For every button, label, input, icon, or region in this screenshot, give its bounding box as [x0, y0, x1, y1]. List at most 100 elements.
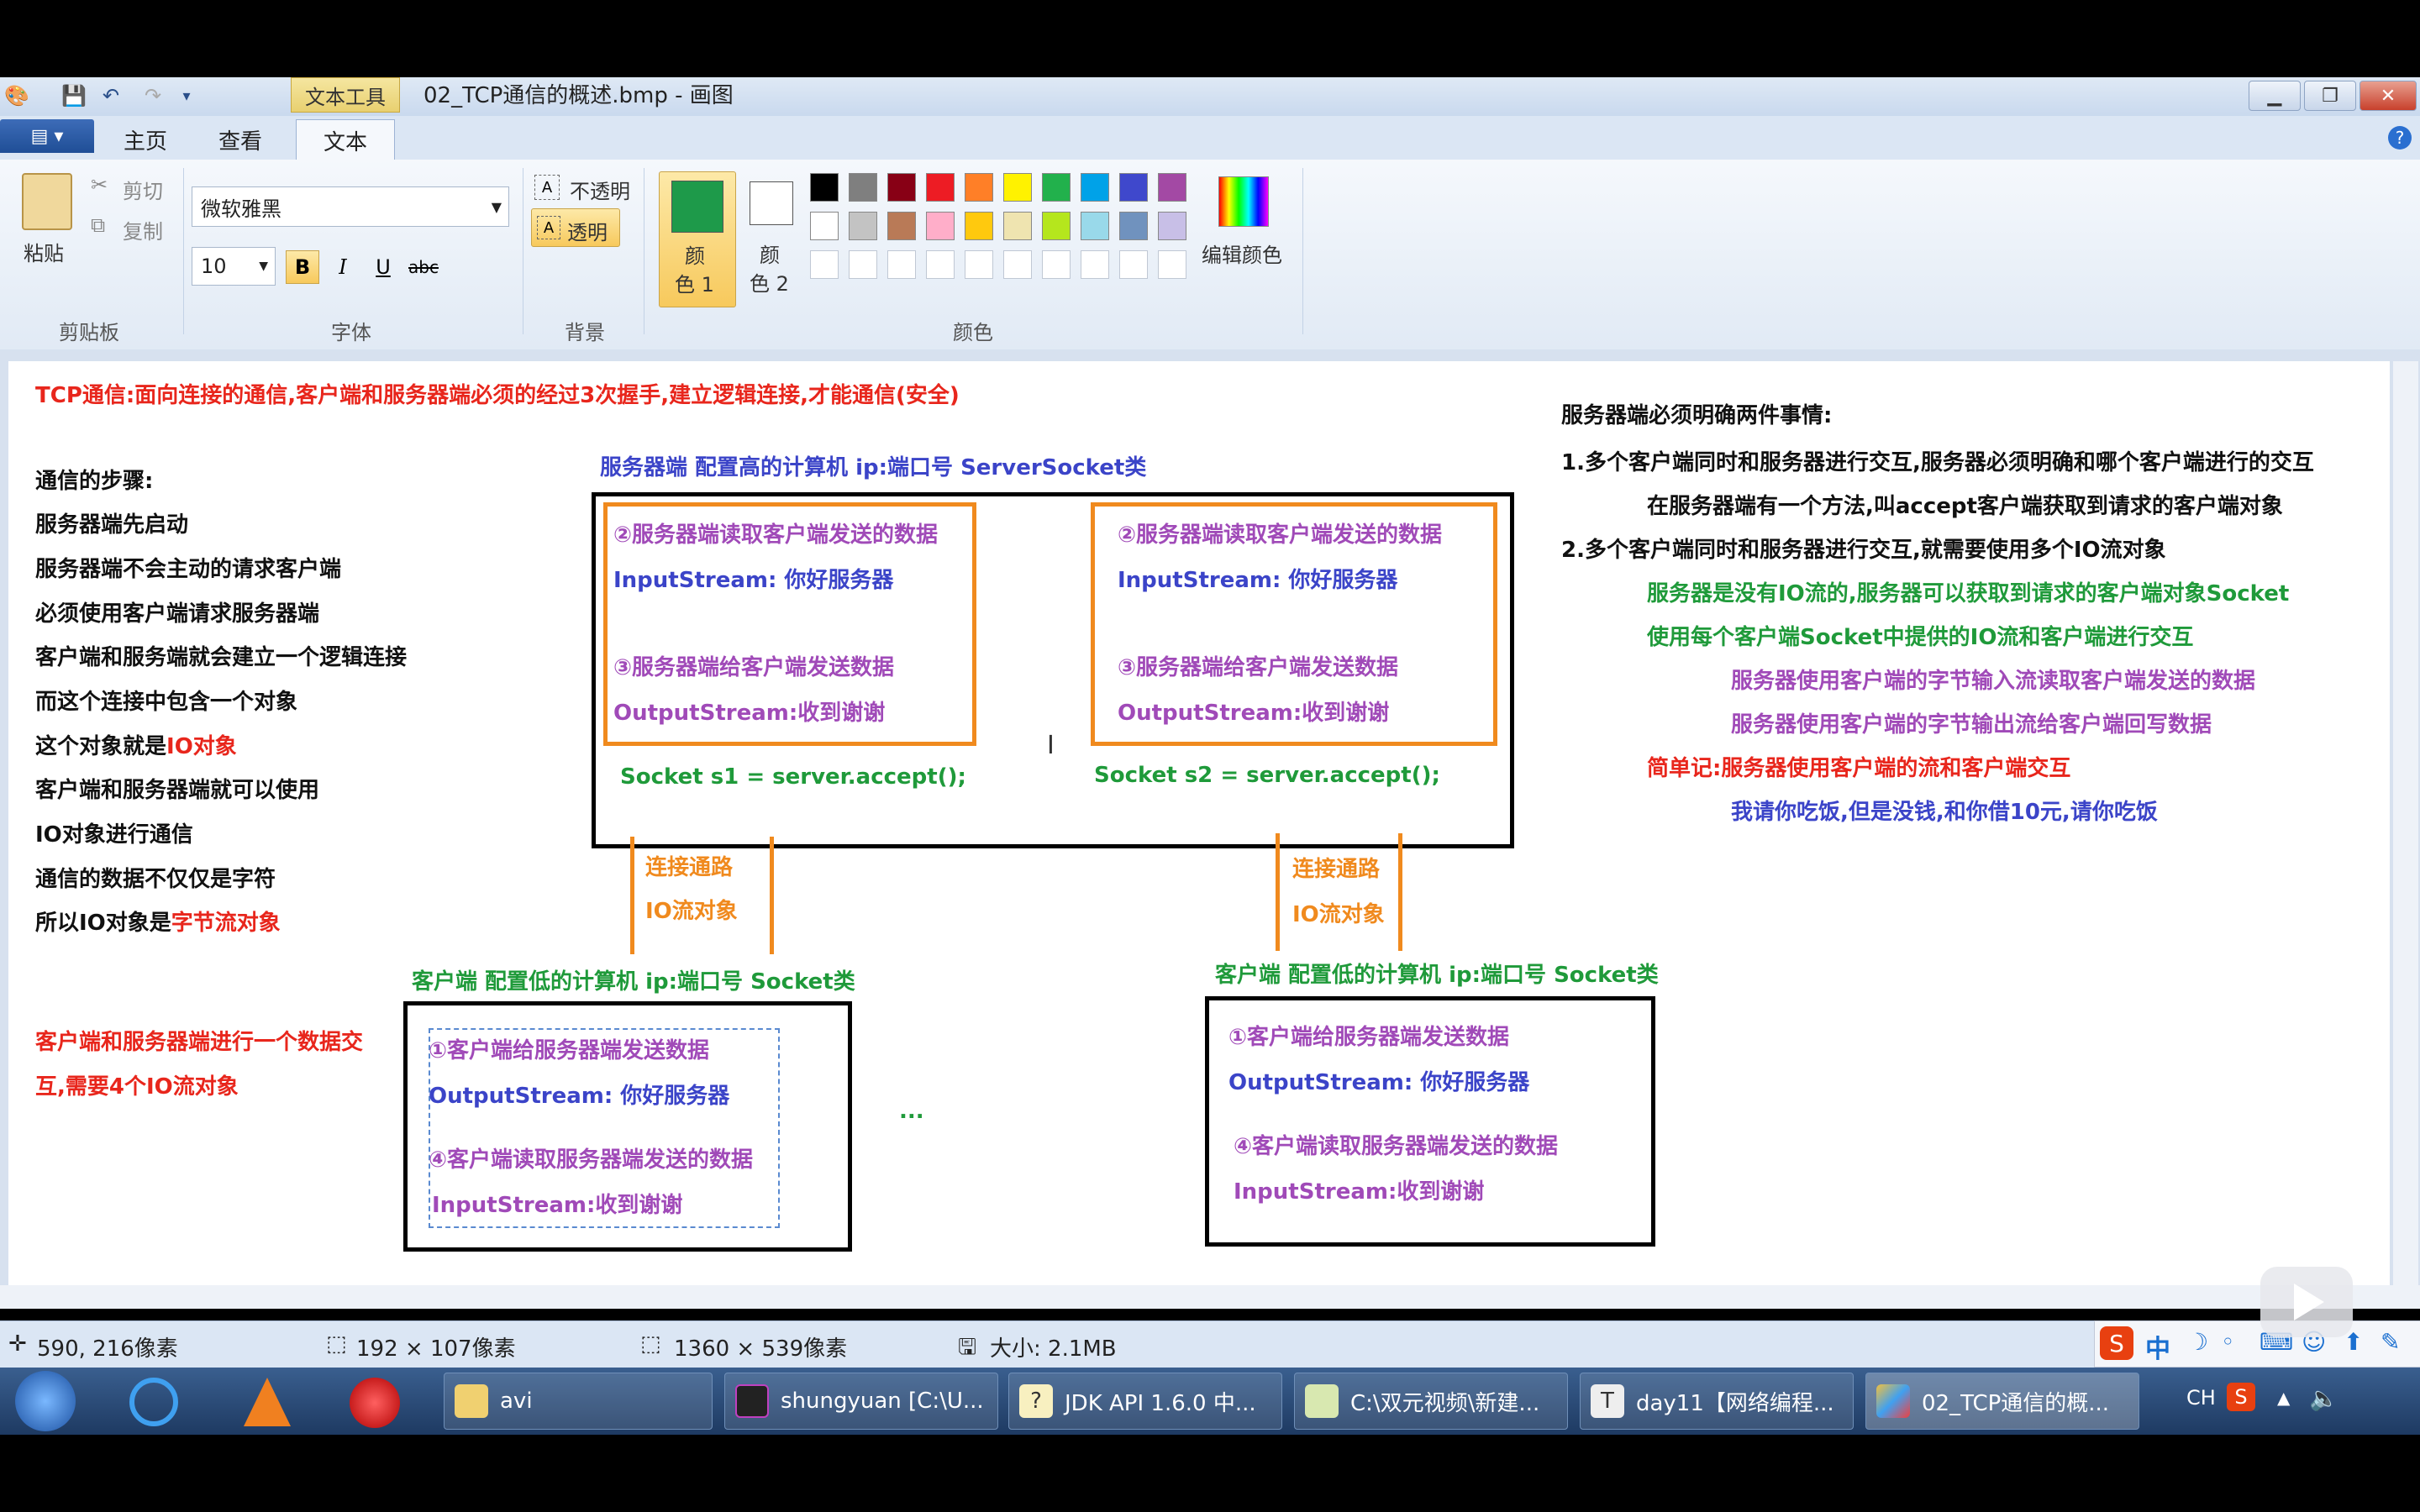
tab-view[interactable]: 查看: [200, 119, 281, 160]
transparent-button[interactable]: A 透明: [531, 208, 620, 247]
horizontal-scrollbar[interactable]: [0, 1285, 2420, 1309]
video-play-button[interactable]: [2260, 1267, 2353, 1337]
recorder-icon[interactable]: [350, 1378, 400, 1428]
vertical-scrollbar[interactable]: [2393, 361, 2418, 1285]
edit-colors-button[interactable]: 编辑颜色: [1202, 239, 1282, 268]
palette-swatch[interactable]: [1081, 212, 1109, 240]
group-divider: [1302, 168, 1303, 334]
redo-icon[interactable]: ↷: [141, 84, 165, 108]
palette-swatch[interactable]: [1081, 173, 1109, 202]
tab-text[interactable]: 文本: [296, 119, 395, 160]
palette-swatch[interactable]: [926, 250, 955, 279]
taskbar-item-active[interactable]: 02_TCP通信的概...: [1865, 1373, 2139, 1430]
palette-swatch[interactable]: [1003, 212, 1032, 240]
taskbar-item[interactable]: ? JDK API 1.6.0 中...: [1008, 1373, 1282, 1430]
sogou-logo-icon[interactable]: S: [2100, 1326, 2133, 1360]
connection-line: [630, 837, 634, 954]
undo-icon[interactable]: ↶: [99, 84, 123, 108]
paste-clipboard-icon[interactable]: [22, 173, 72, 230]
rainbow-icon: [1218, 176, 1269, 227]
palette-swatch[interactable]: [1003, 250, 1032, 279]
palette-swatch[interactable]: [849, 212, 877, 240]
palette-swatch[interactable]: [1119, 212, 1148, 240]
palette-swatch[interactable]: [1042, 250, 1071, 279]
step-last-highlight: 字节流对象: [171, 911, 281, 936]
font-size-dropdown[interactable]: 10 ▼: [192, 247, 276, 286]
taskbar-item[interactable]: shungyuan [C:\U...: [724, 1373, 998, 1430]
palette-swatch[interactable]: [887, 173, 916, 202]
minimize-button[interactable]: ▁: [2249, 81, 2301, 111]
typora-icon: T: [1591, 1384, 1624, 1418]
scissors-icon: ✂: [91, 173, 108, 197]
palette-swatch[interactable]: [1158, 250, 1186, 279]
palette-swatch[interactable]: [926, 212, 955, 240]
language-indicator[interactable]: CH: [2186, 1386, 2216, 1410]
paint-menu-button[interactable]: ▤ ▾: [0, 119, 94, 153]
bold-button[interactable]: B: [286, 250, 319, 284]
sogou-ime-icon[interactable]: S: [2227, 1383, 2255, 1411]
ime-mode-toggle[interactable]: 中: [2145, 1328, 2170, 1365]
customize-toolbar-icon[interactable]: ▾: [175, 84, 198, 108]
clipboard-group-label: 剪贴板: [59, 321, 119, 344]
palette-swatch[interactable]: [1119, 173, 1148, 202]
palette-swatch[interactable]: [965, 250, 993, 279]
taskbar-item[interactable]: Tday11【网络编程...: [1580, 1373, 1854, 1430]
color-2-button[interactable]: 颜 色 2: [739, 171, 803, 306]
palette-swatch[interactable]: [1158, 173, 1186, 202]
palette-swatch[interactable]: [1158, 212, 1186, 240]
palette-swatch[interactable]: [849, 173, 877, 202]
font-family-dropdown[interactable]: 微软雅黑 ▼: [192, 186, 509, 227]
palette-swatch[interactable]: [926, 173, 955, 202]
tray-expand-icon[interactable]: ▲: [2277, 1388, 2290, 1408]
copy-button[interactable]: 复制: [123, 215, 163, 244]
palette-swatch[interactable]: [1042, 212, 1071, 240]
underline-button[interactable]: U: [366, 250, 400, 284]
punctuation-icon[interactable]: ◦: [2221, 1328, 2235, 1356]
server-outputstream-text: OutputStream:收到谢谢: [1118, 701, 1390, 726]
italic-button[interactable]: I: [326, 250, 360, 284]
palette-swatch[interactable]: [1081, 250, 1109, 279]
palette-swatch[interactable]: [965, 212, 993, 240]
help-icon[interactable]: ?: [2388, 126, 2412, 150]
internet-explorer-icon[interactable]: [129, 1378, 178, 1426]
taskbar-item[interactable]: C:\双元视频\新建...: [1294, 1373, 1568, 1430]
palette-swatch[interactable]: [810, 212, 839, 240]
paint-app-icon[interactable]: 🎨: [4, 84, 29, 108]
volume-icon[interactable]: 🔈: [2309, 1384, 2338, 1412]
tab-home[interactable]: 主页: [108, 119, 183, 160]
notepad-icon: [1305, 1384, 1339, 1418]
client-title: 客户端 配置低的计算机 ip:端口号 Socket类: [412, 969, 855, 995]
cut-button[interactable]: 剪切: [123, 175, 163, 204]
server-send-text: ③服务器端给客户端发送数据: [1118, 655, 1399, 680]
play-icon: [2294, 1284, 2324, 1320]
intellij-icon: [735, 1384, 769, 1418]
ime-toolbar: S 中 ☽ ◦ ⌨ ☺ ⬆ ✎: [2094, 1320, 2420, 1368]
palette-swatch[interactable]: [965, 173, 993, 202]
step-text: IO对象进行通信: [35, 822, 193, 848]
maximize-button[interactable]: ❐: [2304, 81, 2356, 111]
palette-swatch[interactable]: [1042, 173, 1071, 202]
chevron-down-icon: ▼: [491, 198, 502, 215]
palette-swatch[interactable]: [810, 173, 839, 202]
folder-icon: [455, 1384, 488, 1418]
paste-button[interactable]: 粘贴: [24, 237, 64, 266]
start-button[interactable]: [15, 1371, 76, 1431]
wrench-icon[interactable]: ✎: [2381, 1328, 2400, 1356]
palette-swatch[interactable]: [887, 250, 916, 279]
save-icon[interactable]: 💾: [61, 84, 87, 108]
palette-swatch[interactable]: [887, 212, 916, 240]
vlc-icon[interactable]: [244, 1378, 291, 1426]
close-button[interactable]: ✕: [2360, 81, 2417, 111]
color-1-button[interactable]: 颜 色 1: [659, 171, 736, 307]
taskbar-item[interactable]: avi: [444, 1373, 713, 1430]
strikethrough-button[interactable]: abc: [407, 250, 440, 284]
palette-swatch[interactable]: [1119, 250, 1148, 279]
disk-icon: 🖫: [958, 1335, 977, 1360]
moon-icon[interactable]: ☽: [2187, 1328, 2208, 1356]
drawing-canvas[interactable]: TCP通信:面向连接的通信,客户端和服务器端必须的经过3次握手,建立逻辑连接,才…: [8, 361, 2390, 1285]
palette-swatch[interactable]: [849, 250, 877, 279]
opaque-button[interactable]: 不透明: [570, 175, 630, 204]
palette-swatch[interactable]: [810, 250, 839, 279]
palette-swatch[interactable]: [1003, 173, 1032, 202]
step-text: 服务器端先启动: [35, 512, 189, 538]
